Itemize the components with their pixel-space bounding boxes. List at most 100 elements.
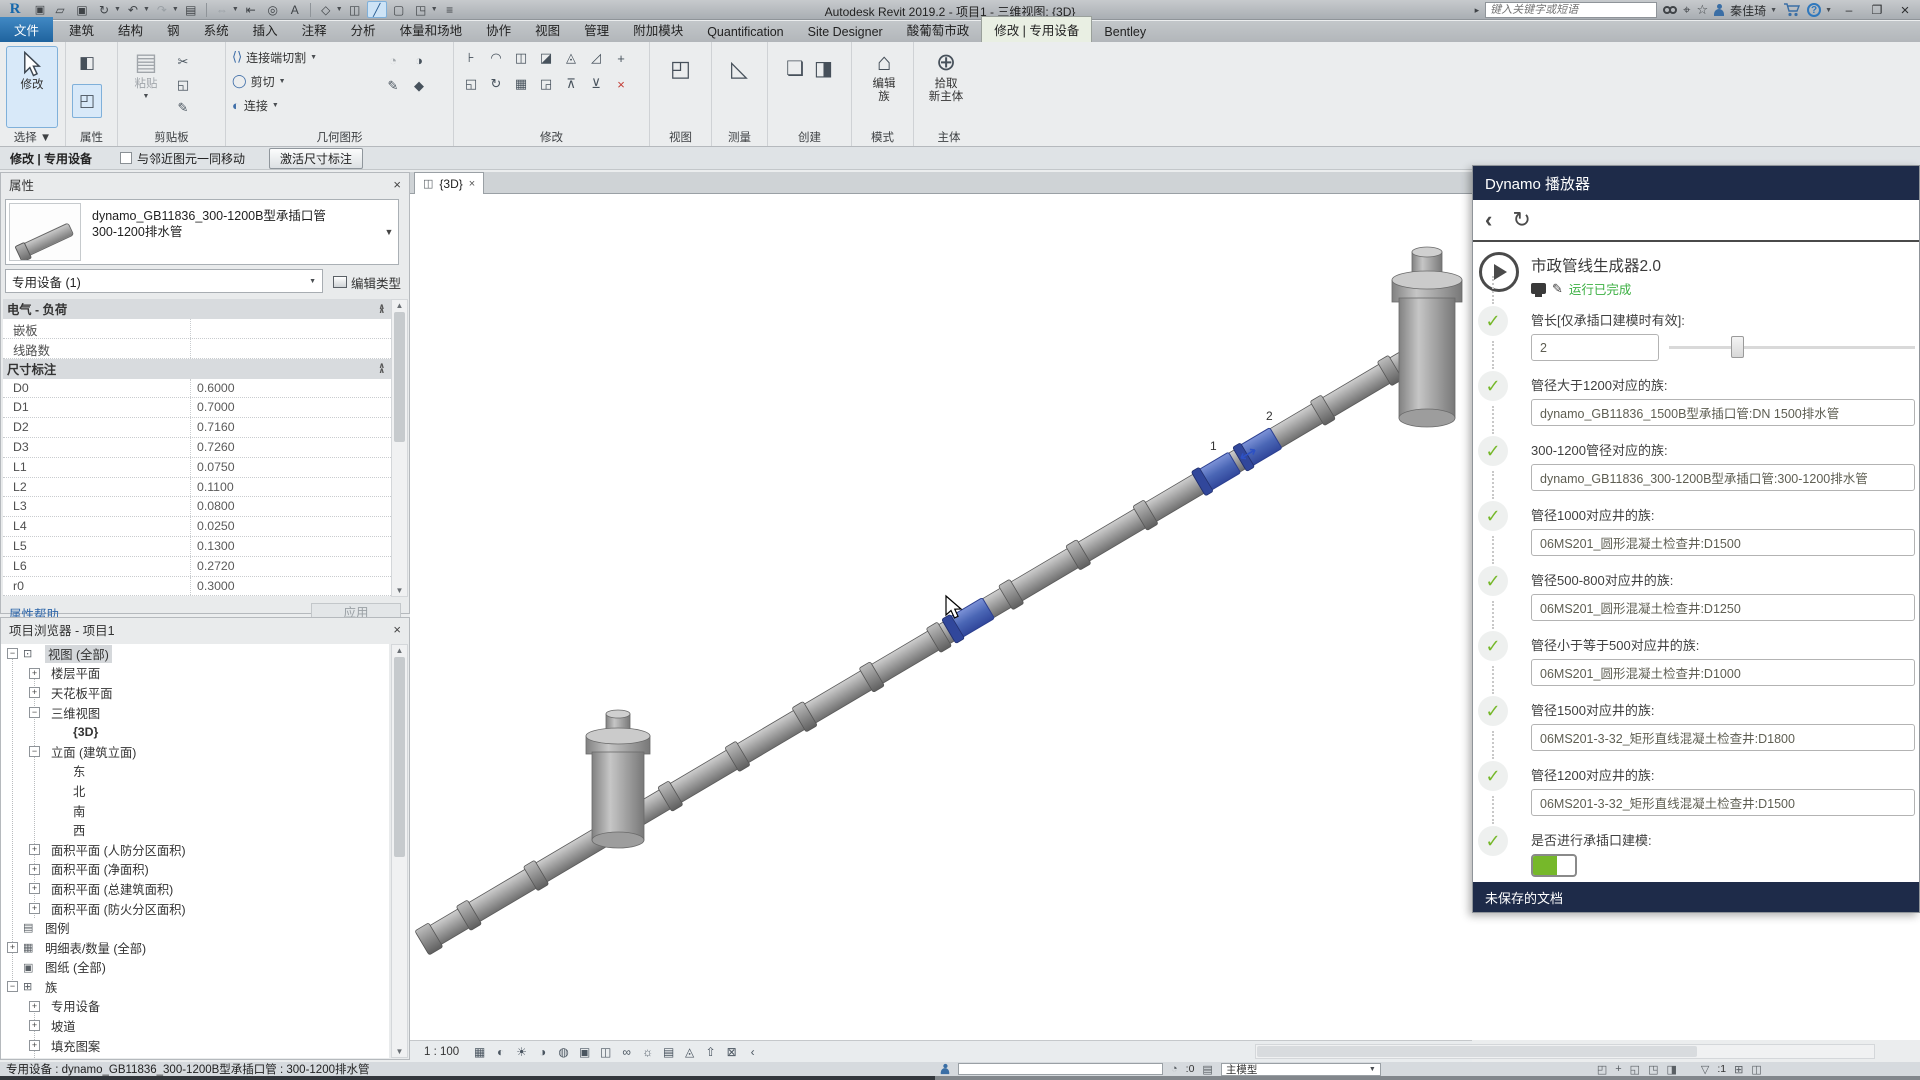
tab-插入[interactable]: 插入: [241, 17, 290, 42]
tree-item-label[interactable]: 东: [73, 762, 85, 780]
undo-icon-dropdown[interactable]: ▼: [143, 6, 150, 13]
tree-item[interactable]: 东: [1, 762, 389, 782]
family-input[interactable]: 06MS201_圆形混凝土检查井:D1000: [1531, 659, 1915, 686]
family-input[interactable]: dynamo_GB11836_300-1200B型承插口管:300-1200排水…: [1531, 464, 1915, 491]
expand-node-icon[interactable]: +: [29, 1020, 40, 1031]
tab-钢[interactable]: 钢: [155, 17, 192, 42]
exclude-options-icon[interactable]: ◰: [1597, 1063, 1607, 1076]
family-filter-combo[interactable]: 专用设备 (1)▼: [5, 269, 323, 293]
create-group-icon[interactable]: ❏: [786, 56, 804, 81]
status-search-input[interactable]: [958, 1063, 1163, 1075]
edit-family-button[interactable]: ⌂ 编辑 族: [858, 46, 910, 128]
switch-windows-icon[interactable]: ◳: [411, 1, 431, 18]
tree-item-label[interactable]: 天花板平面: [51, 684, 113, 702]
thin-lines-icon[interactable]: ╱: [367, 1, 387, 18]
expand-node-icon[interactable]: +: [29, 1040, 40, 1051]
tree-item-label[interactable]: 明细表/数量 (全部): [45, 939, 146, 957]
property-value[interactable]: 0.6000: [191, 379, 391, 398]
paint-icon[interactable]: ✎: [382, 76, 404, 96]
properties-palette-icon[interactable]: ◧: [72, 46, 102, 80]
type-properties-icon[interactable]: ◰: [72, 84, 102, 118]
tree-item-label[interactable]: 坡道: [51, 1017, 76, 1035]
property-section-header[interactable]: 电气 - 负荷∧∧: [3, 299, 391, 319]
modify-button[interactable]: 修改: [6, 46, 58, 128]
search-input[interactable]: [1485, 2, 1657, 18]
measure-icon[interactable]: ⇔: [212, 1, 232, 18]
tab-协作[interactable]: 协作: [474, 17, 523, 42]
temporary-view-properties-icon[interactable]: ▤: [658, 1043, 679, 1061]
demolish-icon[interactable]: ◆: [408, 76, 430, 96]
create-similar-icon[interactable]: ◨: [814, 56, 833, 81]
tree-item[interactable]: 西: [1, 820, 389, 840]
tab-Bentley[interactable]: Bentley: [1092, 22, 1158, 42]
show-crop-region-icon[interactable]: ◫: [595, 1043, 616, 1061]
properties-scrollbar[interactable]: ▲ ▼: [391, 299, 408, 597]
property-row[interactable]: D20.7160: [3, 418, 391, 438]
expand-node-icon[interactable]: +: [29, 687, 40, 698]
tree-item[interactable]: 南: [1, 801, 389, 821]
view-scale[interactable]: 1 : 100: [410, 1046, 469, 1058]
copy-to-clipboard-icon[interactable]: ◱: [172, 75, 194, 95]
family-input[interactable]: 06MS201_圆形混凝土检查井:D1250: [1531, 594, 1915, 621]
geometry-row-dropdown-icon[interactable]: ▼: [272, 102, 279, 109]
tab-结构[interactable]: 结构: [106, 17, 155, 42]
geometry-row-dropdown-icon[interactable]: ▼: [279, 78, 286, 85]
pipe-length-input[interactable]: 2: [1531, 334, 1659, 361]
property-value[interactable]: 0.3000: [191, 577, 391, 596]
temporary-hide-isolate-icon[interactable]: ∞: [616, 1043, 637, 1061]
tree-item-label[interactable]: 北: [73, 782, 85, 800]
tab-管理[interactable]: 管理: [572, 17, 621, 42]
property-value[interactable]: 0.0800: [191, 497, 391, 516]
restore-button[interactable]: ❐: [1866, 2, 1888, 18]
panel-label-measure[interactable]: 测量: [712, 129, 767, 145]
unpin-icon[interactable]: ⊻: [585, 74, 607, 94]
tab-附加模块[interactable]: 附加模块: [621, 17, 695, 42]
copy-icon[interactable]: ◱: [460, 74, 482, 94]
paste-button[interactable]: ▤ 粘贴 ▼: [124, 46, 168, 128]
property-value[interactable]: 0.0750: [191, 458, 391, 477]
tree-item[interactable]: ▤图例: [1, 918, 389, 938]
redo-icon-dropdown[interactable]: ▼: [172, 6, 179, 13]
property-value[interactable]: 0.2720: [191, 557, 391, 576]
refresh-icon[interactable]: ↻: [1512, 210, 1530, 230]
tree-item-label[interactable]: 立面 (建筑立面): [51, 743, 136, 761]
switch-windows-icon-dropdown[interactable]: ▼: [431, 6, 438, 13]
show-run-output-icon[interactable]: [1531, 283, 1546, 294]
split-element-icon[interactable]: ◬: [560, 48, 582, 68]
tree-item[interactable]: +面积平面 (防火分区面积): [1, 899, 389, 919]
socket-modeling-toggle[interactable]: [1531, 854, 1577, 877]
slider-handle[interactable]: [1731, 336, 1744, 358]
tree-item-label[interactable]: 楼层平面: [51, 664, 100, 682]
undo-icon[interactable]: ↶: [123, 1, 143, 18]
links-icon[interactable]: ◨: [1666, 1063, 1676, 1076]
tree-item[interactable]: + 坡道: [1, 1016, 389, 1036]
tab-酸葡萄市政[interactable]: 酸葡萄市政: [895, 17, 982, 42]
pipe-length-slider[interactable]: [1669, 334, 1909, 361]
delete-icon[interactable]: ×: [610, 74, 632, 94]
tree-item-label[interactable]: 面积平面 (人防分区面积): [51, 841, 186, 859]
reveal-hidden-elements-icon[interactable]: ☼: [637, 1043, 658, 1061]
worksets-icon[interactable]: ◳: [1648, 1063, 1658, 1076]
background-processes-icon[interactable]: ◔: [1171, 1063, 1178, 1075]
property-row[interactable]: L50.1300: [3, 537, 391, 557]
tree-item-label[interactable]: 面积平面 (防火分区面积): [51, 900, 186, 918]
tree-item-label[interactable]: 西: [73, 821, 85, 839]
family-input[interactable]: 06MS201-3-32_矩形直线混凝土检查井:D1500: [1531, 789, 1915, 816]
split-face-icon[interactable]: ◑: [408, 50, 430, 70]
property-row[interactable]: 嵌板: [3, 319, 391, 339]
collapse-node-icon[interactable]: −: [29, 746, 40, 757]
panel-label-modify[interactable]: 修改: [454, 129, 649, 145]
detail-level-icon[interactable]: ▦: [469, 1043, 490, 1061]
tree-item[interactable]: + 天花板平面: [1, 683, 389, 703]
tab-建筑[interactable]: 建筑: [57, 17, 106, 42]
design-option-select[interactable]: 主模型▼: [1221, 1063, 1381, 1076]
edit-type-button[interactable]: 编辑类型: [329, 269, 405, 295]
panel-label-clipboard[interactable]: 剪贴板: [118, 129, 225, 145]
close-button[interactable]: ×: [1894, 2, 1916, 18]
align-icon[interactable]: ⊦: [460, 48, 482, 68]
view-tab-close-icon[interactable]: ×: [469, 178, 475, 190]
collapse-icon[interactable]: ∧∧: [379, 305, 392, 314]
property-row[interactable]: L10.0750: [3, 458, 391, 478]
tree-item-label[interactable]: 图纸 (全部): [45, 958, 106, 976]
project-window-icon[interactable]: ▣: [30, 1, 50, 18]
